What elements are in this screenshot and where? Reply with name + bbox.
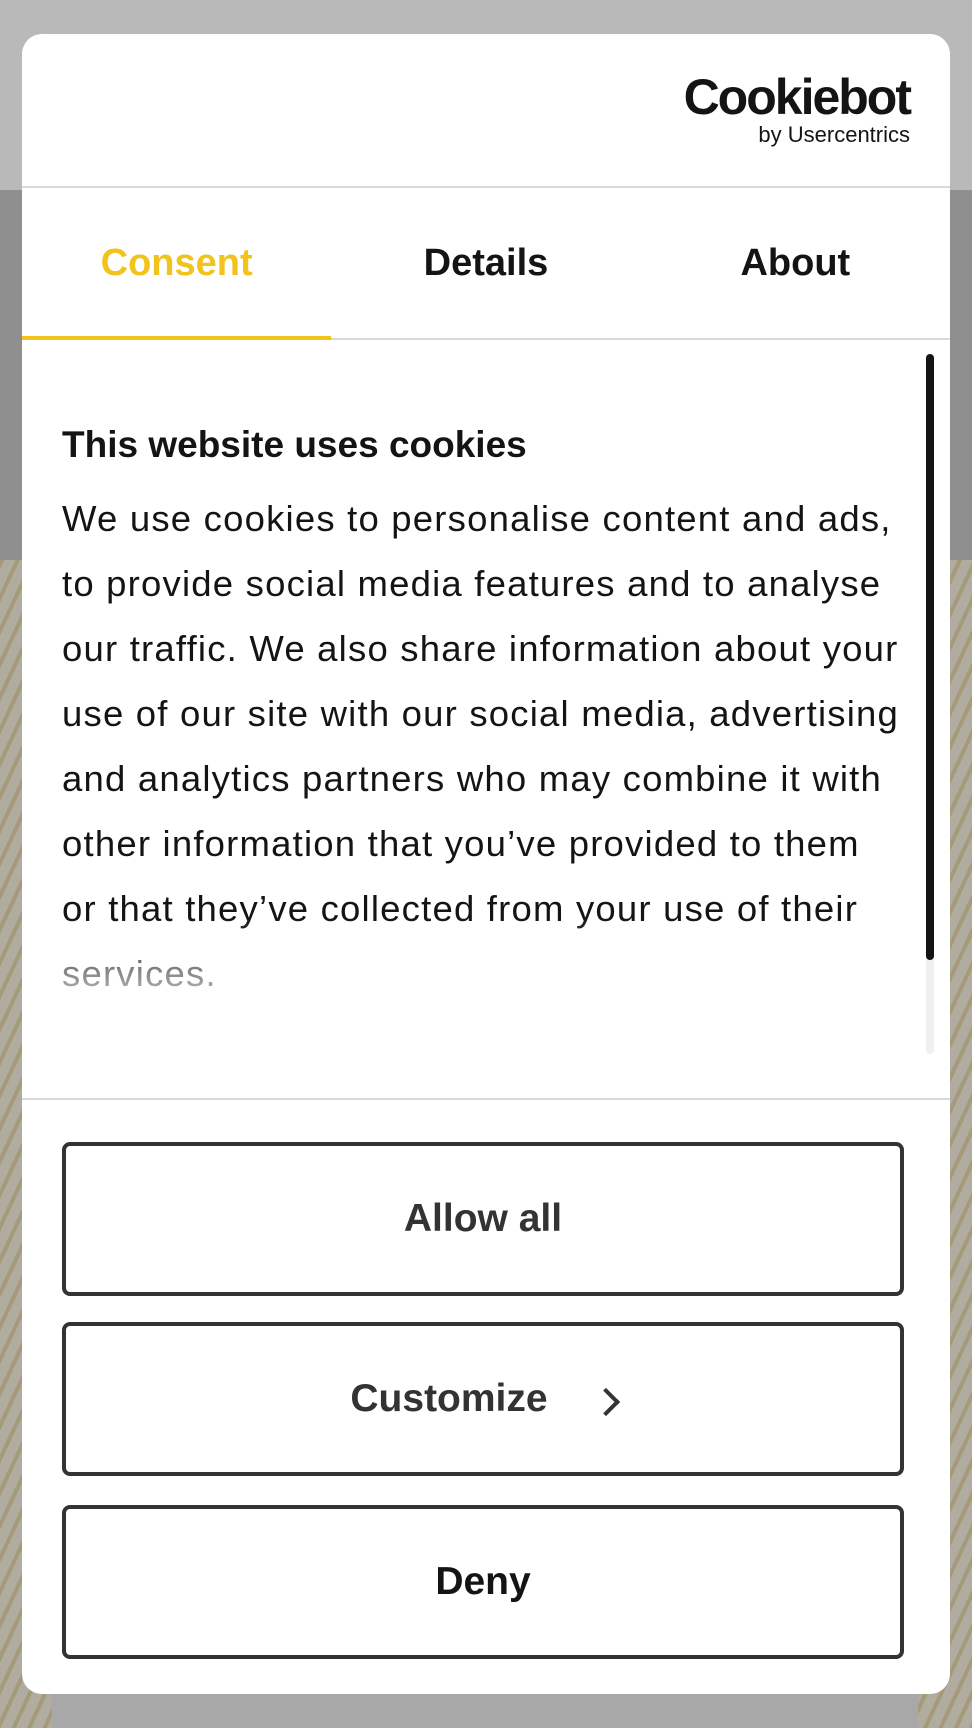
consent-panel[interactable]: This website uses cookies We use cookies… xyxy=(22,340,950,1098)
customize-button[interactable]: Customize xyxy=(62,1322,904,1476)
tab-bar: Consent Details About xyxy=(22,188,950,340)
button-area: Allow all Customize Deny xyxy=(22,1098,950,1694)
cookie-consent-dialog: Cookiebot by Usercentrics Consent Detail… xyxy=(22,34,950,1694)
logo-subtitle: by Usercentrics xyxy=(758,122,910,147)
dialog-header: Cookiebot by Usercentrics xyxy=(22,34,950,188)
tab-about[interactable]: About xyxy=(641,188,950,338)
deny-button[interactable]: Deny xyxy=(62,1505,904,1659)
deny-label: Deny xyxy=(435,1560,531,1603)
background-footer xyxy=(52,1690,918,1728)
consent-description: We use cookies to personalise content an… xyxy=(62,498,900,994)
chevron-right-icon xyxy=(591,1387,620,1417)
consent-title: This website uses cookies xyxy=(62,424,527,465)
scrollbar-track[interactable] xyxy=(926,354,934,1054)
allow-all-button[interactable]: Allow all xyxy=(62,1142,904,1296)
tab-details[interactable]: Details xyxy=(331,188,640,338)
customize-label: Customize xyxy=(350,1377,548,1420)
logo-wordmark: Cookiebot xyxy=(683,69,912,125)
cookiebot-logo[interactable]: Cookiebot by Usercentrics xyxy=(674,69,912,148)
tab-consent[interactable]: Consent xyxy=(22,188,332,340)
scrollbar-thumb[interactable] xyxy=(926,354,934,960)
allow-all-label: Allow all xyxy=(403,1197,563,1240)
